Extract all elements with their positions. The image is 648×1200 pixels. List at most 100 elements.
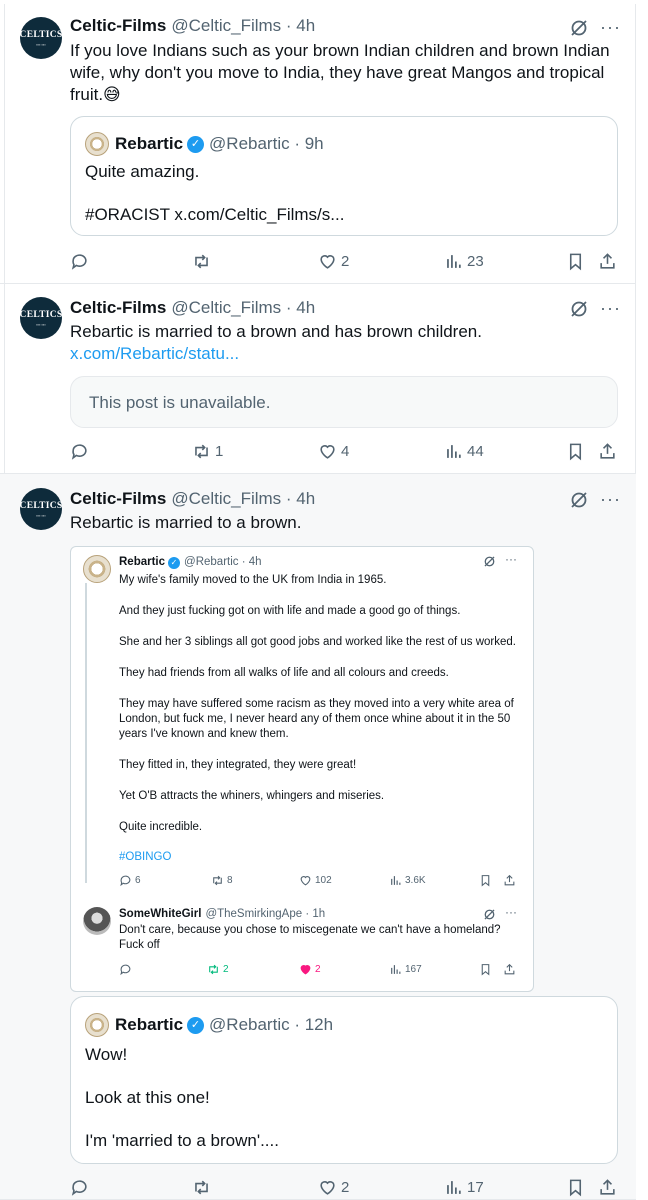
views-button[interactable]: 44 <box>444 440 484 462</box>
screenshot-post-body: My wife's family moved to the UK from In… <box>119 573 527 851</box>
views-count: 44 <box>467 442 484 460</box>
attached-screenshot[interactable]: Rebartic ✓ @Rebartic · 4h ··· My wife's … <box>70 546 534 992</box>
reply-icon <box>120 964 131 976</box>
post-header: Celtic-Films @Celtic_Films · 4h <box>70 16 315 38</box>
reply-button[interactable] <box>70 250 93 272</box>
post-link[interactable]: x.com/Rebartic/statu... <box>70 343 622 365</box>
repost-icon <box>195 444 208 458</box>
avatar <box>83 555 111 583</box>
avatar[interactable]: CELTICS ▪▪▪ ▪▪▪ <box>20 488 62 530</box>
post-text: If you love Indians such as your brown I… <box>70 41 610 104</box>
repost-icon <box>195 1180 208 1194</box>
author-handle[interactable]: @Celtic_Films · 4h <box>171 16 315 36</box>
grok-icon[interactable] <box>569 490 589 510</box>
like-button[interactable]: 4 <box>318 440 349 462</box>
author-handle[interactable]: @Celtic_Films · 4h <box>171 489 315 509</box>
avatar[interactable]: CELTICS ▪▪▪ ▪▪▪ <box>20 297 62 339</box>
quoted-text-line: Quite amazing. <box>85 162 200 181</box>
bookmark-stat <box>479 874 492 887</box>
repost-count: 8 <box>227 875 233 886</box>
action-bar: 2 17 <box>70 1176 630 1198</box>
bookmark-stat <box>479 963 492 976</box>
heart-icon <box>320 1180 335 1195</box>
repost-icon <box>213 875 222 886</box>
share-stat <box>503 963 516 976</box>
views-icon <box>447 444 461 458</box>
post-text: Rebartic is married to a brown. <box>70 513 302 532</box>
screenshot-paragraph: They fitted in, they integrated, they we… <box>119 759 357 771</box>
reply-icon <box>71 443 87 460</box>
views-stat: 167 <box>389 963 422 976</box>
screenshot-paragraph: Quite incredible. <box>119 821 203 833</box>
bookmark-icon <box>481 875 490 887</box>
reply-button[interactable] <box>70 1176 93 1198</box>
verified-icon: ✓ <box>187 135 205 153</box>
avatar-text: CELTICS <box>19 500 63 511</box>
more-icon[interactable]: ··· <box>600 490 621 508</box>
like-count: 4 <box>341 442 350 460</box>
views-stat: 3.6K <box>389 874 426 887</box>
quoted-post[interactable]: Rebartic ✓ @Rebartic · 12h Wow! Look at … <box>70 996 618 1164</box>
bookmark-button[interactable] <box>566 250 585 272</box>
more-icon[interactable]: ··· <box>600 299 621 317</box>
author-name[interactable]: Celtic-Films <box>70 16 166 36</box>
screenshot-paragraph: She and her 3 siblings all got good jobs… <box>119 636 516 648</box>
share-icon <box>504 963 515 975</box>
like-count: 102 <box>315 875 332 886</box>
bookmark-button[interactable] <box>566 440 585 462</box>
repost-button[interactable]: 1 <box>192 440 223 462</box>
post-header: Celtic-Films @Celtic_Films · 4h <box>70 298 315 320</box>
repost-icon <box>209 964 218 975</box>
author-name: Rebartic <box>119 556 166 568</box>
views-icon <box>391 965 401 974</box>
more-icon: ··· <box>505 905 517 919</box>
avatar-text: CELTICS <box>19 29 63 40</box>
reply-author-handle: @TheSmirkingApe · 1h <box>205 908 326 920</box>
grok-icon[interactable] <box>569 299 589 319</box>
author-name[interactable]: Celtic-Films <box>70 298 166 318</box>
share-icon <box>600 442 615 459</box>
verified-icon: ✓ <box>168 556 181 569</box>
views-button[interactable]: 23 <box>444 250 484 272</box>
unavailable-post: This post is unavailable. <box>70 376 618 428</box>
quoted-post[interactable]: Rebartic ✓ @Rebartic · 9h Quite amazing.… <box>70 116 618 236</box>
bookmark-button[interactable] <box>566 1176 585 1198</box>
avatar[interactable] <box>85 1013 109 1037</box>
share-button[interactable] <box>598 1176 617 1198</box>
reply-icon <box>71 1179 87 1196</box>
bookmark-icon <box>481 964 490 976</box>
quoted-author-name: Rebartic <box>115 1015 184 1034</box>
repost-button[interactable] <box>192 250 215 272</box>
author-handle: @Rebartic · 4h <box>184 556 262 568</box>
avatar[interactable]: CELTICS ▪▪▪ ▪▪▪ <box>20 17 62 59</box>
like-stat: 2 <box>299 963 321 976</box>
views-icon <box>447 1180 461 1194</box>
quoted-text-line: I'm 'married to a brown'.... <box>85 1131 279 1150</box>
quoted-author-name: Rebartic <box>115 134 184 153</box>
author-handle[interactable]: @Celtic_Films · 4h <box>171 298 315 318</box>
bookmark-icon <box>569 1179 582 1196</box>
reply-stat <box>119 963 135 976</box>
quoted-text-line: #ORACIST x.com/Celtic_Films/s... <box>85 205 345 224</box>
like-button[interactable]: 2 <box>318 250 349 272</box>
more-icon[interactable]: ··· <box>600 18 621 36</box>
repost-button[interactable] <box>192 1176 215 1198</box>
share-button[interactable] <box>598 250 617 272</box>
author-name[interactable]: Celtic-Films <box>70 489 166 509</box>
heart-icon <box>320 254 335 269</box>
avatar[interactable] <box>85 132 109 156</box>
share-icon <box>600 1178 615 1195</box>
heart-icon <box>320 444 335 459</box>
views-button[interactable]: 17 <box>444 1176 484 1198</box>
avatar-subtext: ▪▪▪ ▪▪▪ <box>36 512 46 518</box>
reply-icon <box>71 253 87 270</box>
avatar-subtext: ▪▪▪ ▪▪▪ <box>36 41 46 47</box>
reply-button[interactable] <box>70 440 93 462</box>
post[interactable]: CELTICS ▪▪▪ ▪▪▪ Celtic-Films @Celtic_Fil… <box>0 0 636 284</box>
share-button[interactable] <box>598 440 617 462</box>
avatar-text: CELTICS <box>19 309 63 320</box>
post[interactable]: CELTICS ▪▪▪ ▪▪▪ Celtic-Films @Celtic_Fil… <box>0 474 636 1200</box>
repost-icon <box>195 254 208 268</box>
like-button[interactable]: 2 <box>318 1176 349 1198</box>
grok-icon[interactable] <box>569 18 589 38</box>
